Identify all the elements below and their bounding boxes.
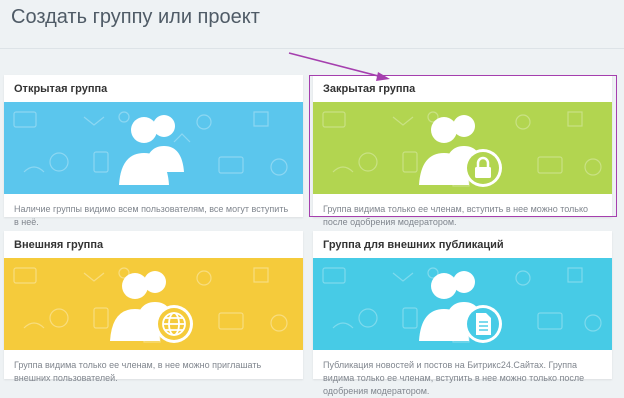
- closed-group-card[interactable]: Закрытая группа Группа видима только ее …: [313, 75, 612, 227]
- open-group-card[interactable]: Открытая группа Наличие группы видимо вс…: [4, 75, 303, 227]
- card-title: Закрытая группа: [323, 83, 416, 95]
- page-title: Создать группу или проект: [11, 6, 260, 28]
- people-icon: [418, 115, 502, 187]
- document-icon: [463, 305, 502, 343]
- closed-group-banner: [313, 102, 612, 194]
- globe-icon: [154, 305, 193, 343]
- card-description: Наличие группы видимо всем пользователям…: [14, 204, 289, 227]
- card-description: Группа видима только ее членам, вступить…: [323, 204, 589, 227]
- people-icon: [109, 271, 193, 343]
- title-divider: [0, 48, 624, 49]
- people-icon: [118, 115, 184, 185]
- card-title: Открытая группа: [14, 83, 108, 95]
- people-icon: [418, 271, 502, 343]
- external-group-card[interactable]: Внешняя группа Группа видима только ее ч…: [4, 231, 303, 383]
- external-group-banner: [4, 258, 303, 350]
- publications-group-banner: [313, 258, 612, 350]
- lock-icon: [463, 149, 502, 187]
- card-description: Группа видима только ее членам, в нее мо…: [14, 360, 262, 383]
- card-title: Группа для внешних публикаций: [323, 239, 504, 251]
- card-title: Внешняя группа: [14, 239, 104, 251]
- open-group-banner: [4, 102, 303, 194]
- publications-group-card[interactable]: Группа для внешних публикаций Публикация…: [313, 231, 612, 396]
